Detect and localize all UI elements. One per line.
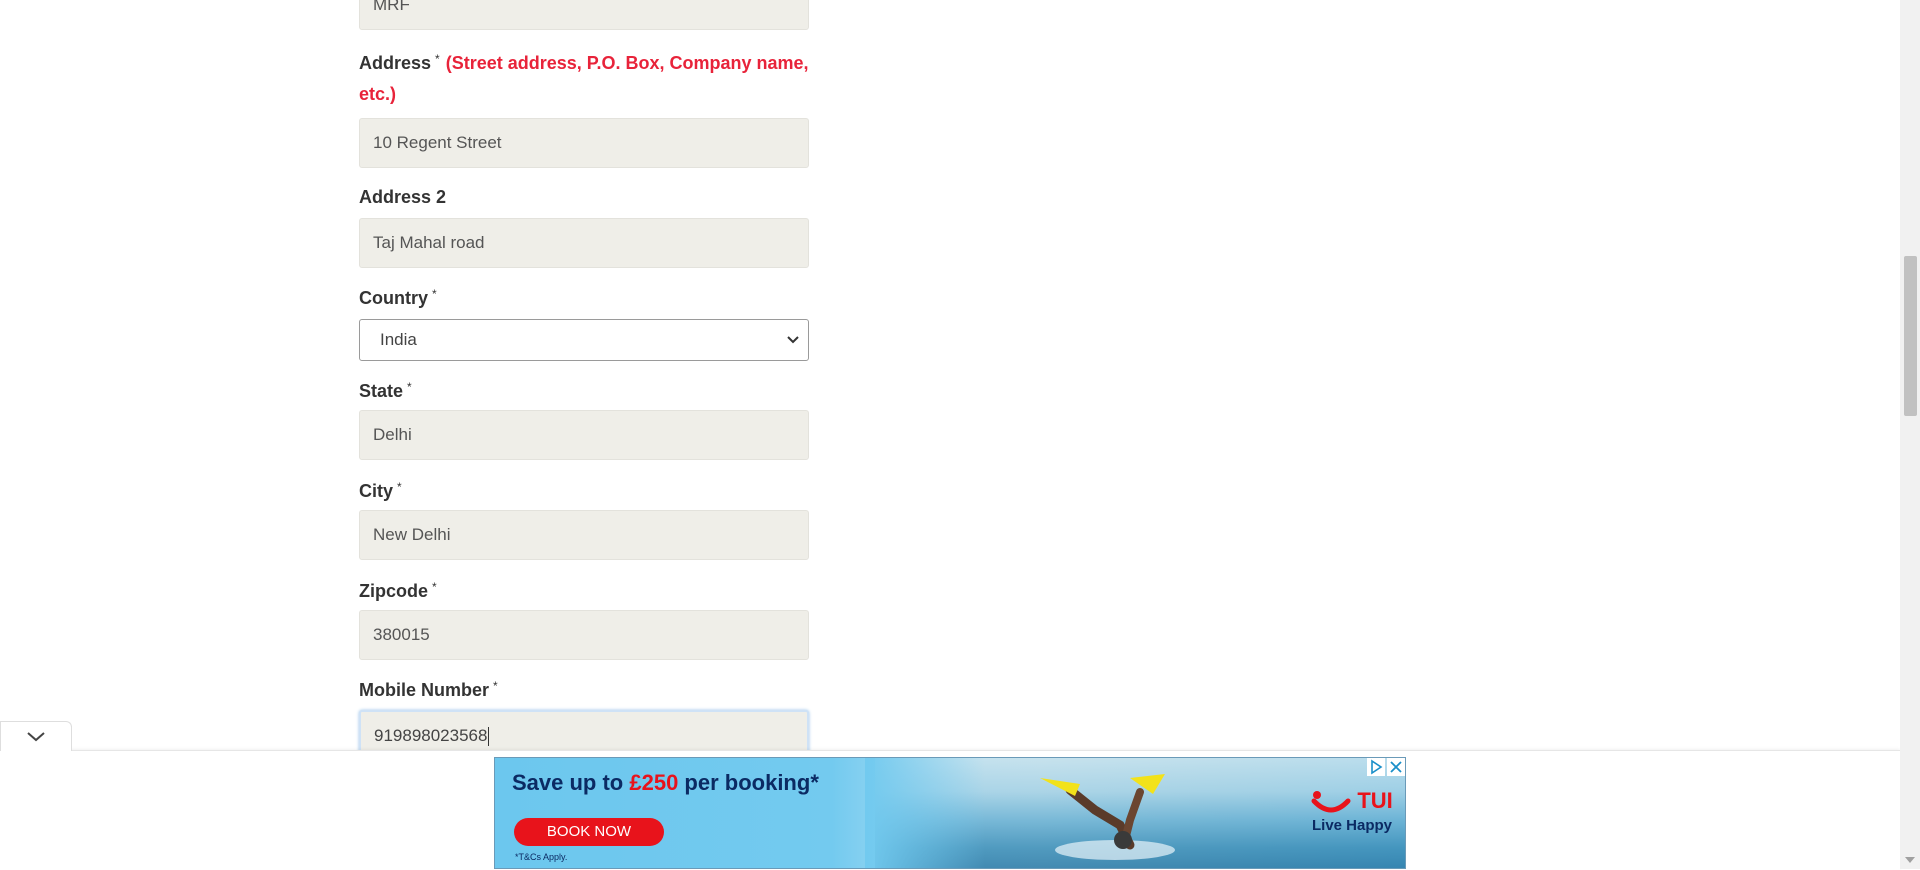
ad-headline: Save up to £250 per booking* (512, 770, 819, 796)
collapse-ad-button[interactable] (0, 721, 72, 751)
tui-brand-name: TUI (1357, 788, 1393, 813)
company-field[interactable]: MRF (359, 0, 809, 30)
required-asterisk: * (397, 480, 402, 494)
country-selected-value: India (380, 330, 417, 349)
address2-label: Address 2 (359, 187, 447, 207)
city-field[interactable]: New Delhi (359, 510, 809, 560)
city-label: City * (359, 476, 402, 507)
required-asterisk: * (432, 287, 437, 301)
mobile-number-value: 919898023568 (374, 726, 488, 745)
state-label: State * (359, 376, 412, 407)
tui-smile-logo (1311, 791, 1351, 813)
ad-headline-post: per booking* (678, 770, 819, 795)
tui-logo-text: TUI (1307, 788, 1397, 815)
ad-image-fade (865, 758, 985, 868)
required-asterisk: * (407, 380, 412, 394)
chevron-down-icon (787, 336, 799, 344)
scroll-down-arrow-icon[interactable] (1905, 857, 1915, 863)
ad-headline-pre: Save up to (512, 770, 630, 795)
zipcode-label-text: Zipcode (359, 581, 429, 601)
state-field[interactable]: Delhi (359, 410, 809, 460)
country-label-text: Country (359, 288, 428, 308)
state-label-text: State (359, 381, 404, 401)
address-label: Address * (Street address, P.O. Box, Compa… (359, 48, 809, 110)
close-icon[interactable] (1387, 758, 1405, 776)
tui-advertisement[interactable]: Save up to £250 per booking* BOOK NOW *T… (494, 757, 1406, 869)
country-label: Country * (359, 283, 437, 314)
ad-headline-amount: £250 (629, 770, 679, 795)
tui-tagline: Live Happy (1311, 817, 1393, 835)
city-label-text: City (359, 481, 394, 501)
page-scrollbar[interactable] (1900, 0, 1920, 869)
ad-terms: *T&Cs Apply. (515, 852, 568, 862)
tui-logo: TUI Live Happy (1307, 788, 1397, 834)
zipcode-field[interactable]: 380015 (359, 610, 809, 660)
address-field[interactable]: 10 Regent Street (359, 118, 809, 168)
scrollbar-thumb[interactable] (1904, 256, 1917, 416)
required-asterisk: * (432, 580, 437, 594)
mobile-label: Mobile Number * (359, 675, 498, 706)
chevron-down-icon (27, 732, 45, 742)
adchoices-icon[interactable] (1367, 758, 1385, 776)
zipcode-label: Zipcode * (359, 576, 437, 607)
book-now-button[interactable]: BOOK NOW (514, 818, 664, 846)
country-select[interactable]: India (359, 319, 809, 361)
required-asterisk: * (493, 679, 498, 693)
address-label-text: Address (359, 53, 432, 73)
required-asterisk: * (435, 52, 440, 66)
mobile-label-text: Mobile Number (359, 680, 490, 700)
ad-swimmer-image (1040, 774, 1175, 860)
address2-field[interactable]: Taj Mahal road (359, 218, 809, 268)
text-caret (488, 727, 490, 747)
